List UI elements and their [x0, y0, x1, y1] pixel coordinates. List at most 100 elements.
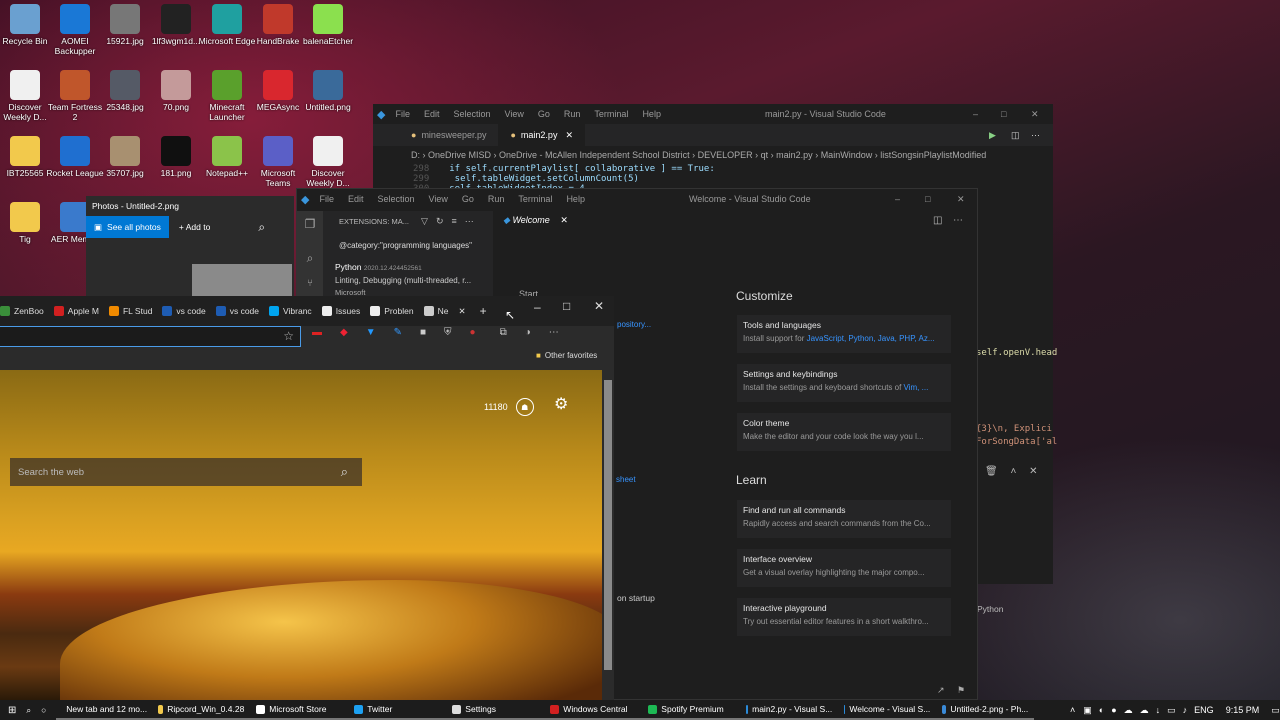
edge-scrollbar[interactable]: [603, 370, 613, 700]
scrollbar-thumb[interactable]: [604, 380, 612, 670]
cheatsheet-link[interactable]: sheet: [616, 475, 636, 484]
desktop-icon[interactable]: balenaEtcher: [298, 4, 358, 46]
new-tab-button[interactable]: +: [480, 304, 487, 318]
menu-go[interactable]: Go: [538, 109, 550, 119]
rewards-points[interactable]: 11180 ☗: [484, 398, 534, 416]
other-favorites[interactable]: Other favorites: [545, 351, 597, 360]
address-bar[interactable]: ☆: [0, 326, 301, 347]
minimize-icon[interactable]: –: [534, 300, 541, 314]
onedrive-icon[interactable]: ☁: [1140, 705, 1149, 716]
maximize-icon[interactable]: □: [925, 194, 930, 204]
menu-view[interactable]: View: [429, 194, 448, 204]
microphone-icon[interactable]: ↓: [1156, 705, 1161, 715]
editor-tab-welcome[interactable]: ◆ Welcome ✕: [503, 215, 568, 226]
search-input[interactable]: Search the web: [18, 467, 84, 478]
breadcrumb-item[interactable]: D:: [411, 150, 420, 160]
notifications-icon[interactable]: ▭: [1271, 705, 1280, 716]
settings-more-icon[interactable]: ⋯: [549, 327, 559, 338]
zoom-icon[interactable]: ⌕: [258, 220, 265, 235]
menu-terminal[interactable]: Terminal: [518, 194, 552, 204]
taskbar-app-button[interactable]: Microsoft Store: [250, 700, 349, 720]
close-tab-icon[interactable]: ✕: [560, 215, 568, 225]
split-editor-icon[interactable]: ◫: [1011, 130, 1020, 141]
card-interactive-playground[interactable]: Interactive playground Try out essential…: [737, 598, 951, 636]
filter-icon[interactable]: ▽: [421, 216, 428, 227]
menu-selection[interactable]: Selection: [454, 109, 491, 119]
extension-icon[interactable]: ▼: [366, 327, 376, 338]
web-search-box[interactable]: Search the web ⌕: [10, 458, 362, 486]
extension-item-python[interactable]: Python 2020.12.424452561 Linting, Debugg…: [335, 262, 493, 297]
menu-edit[interactable]: Edit: [424, 109, 440, 119]
more-icon[interactable]: ⋯: [465, 216, 474, 227]
extension-icon[interactable]: ■: [420, 327, 426, 338]
favorite-star-icon[interactable]: ☆: [283, 329, 294, 343]
taskbar-app-button[interactable]: Ripcord_Win_0.4.28: [152, 700, 251, 720]
onedrive-icon[interactable]: ☁: [1124, 705, 1133, 716]
desktop-icon[interactable]: Discover Weekly D...: [298, 136, 358, 188]
browser-tab[interactable]: FL Stud: [108, 306, 152, 316]
taskbar-app-button[interactable]: New tab and 12 mo...: [56, 700, 153, 720]
card-tools-languages[interactable]: Tools and languages Install support for …: [737, 315, 951, 353]
run-icon[interactable]: ▶: [989, 130, 996, 141]
more-actions-icon[interactable]: ⋯: [1031, 130, 1040, 141]
taskbar-app-button[interactable]: Twitter: [348, 700, 447, 720]
refresh-icon[interactable]: ↻: [436, 216, 444, 227]
volume-icon[interactable]: ♪: [1183, 705, 1188, 715]
trash-icon[interactable]: 🗑: [985, 466, 998, 477]
desktop-icon[interactable]: Untitled.png: [298, 70, 358, 112]
tab-main2[interactable]: ● main2.py ✕: [498, 124, 585, 146]
browser-tab[interactable]: ZenBoo: [0, 306, 44, 316]
maximize-icon[interactable]: □: [1001, 109, 1006, 119]
tab-minesweeper[interactable]: ● minesweeper.py: [399, 124, 498, 146]
close-icon[interactable]: ✕: [1031, 109, 1039, 120]
browser-tab[interactable]: vs code: [215, 306, 259, 316]
explorer-icon[interactable]: ❐: [297, 217, 323, 231]
extension-icon[interactable]: ▬: [312, 327, 322, 338]
breadcrumb-item[interactable]: DEVELOPER: [698, 150, 753, 160]
taskbar-app-button[interactable]: Spotify Premium: [642, 700, 741, 720]
more-actions-icon[interactable]: ⋯: [953, 215, 963, 226]
browser-tab[interactable]: vs code: [162, 306, 206, 316]
add-to-button[interactable]: + Add to: [179, 222, 210, 232]
clock[interactable]: 9:15 PM: [1226, 705, 1260, 715]
breadcrumb-item[interactable]: OneDrive - McAllen Independent School Di…: [499, 150, 690, 160]
close-tab-icon[interactable]: ✕: [458, 306, 465, 317]
minimize-icon[interactable]: –: [973, 109, 978, 119]
chevron-up-icon[interactable]: ˄: [1010, 466, 1016, 477]
browser-tab[interactable]: Issues: [321, 306, 360, 316]
search-icon[interactable]: ⌕: [26, 705, 31, 716]
menu-terminal[interactable]: Terminal: [594, 109, 628, 119]
repository-link[interactable]: pository...: [617, 320, 651, 329]
menu-help[interactable]: Help: [642, 109, 661, 119]
taskbar-app-button[interactable]: Windows Central: [544, 700, 643, 720]
shield-icon[interactable]: ⛨: [444, 327, 452, 338]
card-interface-overview[interactable]: Interface overview Get a visual overlay …: [737, 549, 951, 587]
browser-tab[interactable]: Ne: [423, 306, 448, 316]
extension-icon[interactable]: ◆: [340, 327, 348, 338]
cortana-icon[interactable]: ○: [41, 705, 46, 715]
collections-icon[interactable]: ⧉: [500, 327, 507, 338]
menu-go[interactable]: Go: [462, 194, 474, 204]
menu-file[interactable]: File: [319, 194, 334, 204]
start-windows-icon[interactable]: ⊞: [8, 705, 16, 716]
profile-avatar[interactable]: ◑: [525, 327, 531, 338]
close-icon[interactable]: ✕: [957, 194, 965, 205]
clear-icon[interactable]: ≡: [451, 216, 456, 226]
menu-help[interactable]: Help: [566, 194, 585, 204]
tray-app-icon[interactable]: ▣: [1083, 705, 1092, 716]
close-icon[interactable]: ✕: [594, 299, 604, 313]
ublock-icon[interactable]: ●: [470, 327, 476, 338]
language-indicator[interactable]: ENG: [1194, 705, 1214, 715]
network-icon[interactable]: ▭: [1167, 705, 1176, 716]
minimize-icon[interactable]: –: [895, 194, 900, 204]
breadcrumb-item[interactable]: listSongsinPlaylistModified: [880, 150, 986, 160]
search-icon[interactable]: ⌕: [297, 251, 323, 266]
close-tab-icon[interactable]: ✕: [565, 130, 573, 141]
menu-view[interactable]: View: [505, 109, 524, 119]
extension-search-input[interactable]: @category:"programming languages": [339, 241, 493, 250]
source-control-icon[interactable]: ⑂: [297, 278, 323, 289]
photos-window[interactable]: Photos - Untitled-2.png ▣ See all photos …: [86, 196, 294, 296]
close-panel-icon[interactable]: ✕: [1029, 466, 1037, 477]
menu-edit[interactable]: Edit: [348, 194, 364, 204]
card-find-commands[interactable]: Find and run all commands Rapidly access…: [737, 500, 951, 538]
